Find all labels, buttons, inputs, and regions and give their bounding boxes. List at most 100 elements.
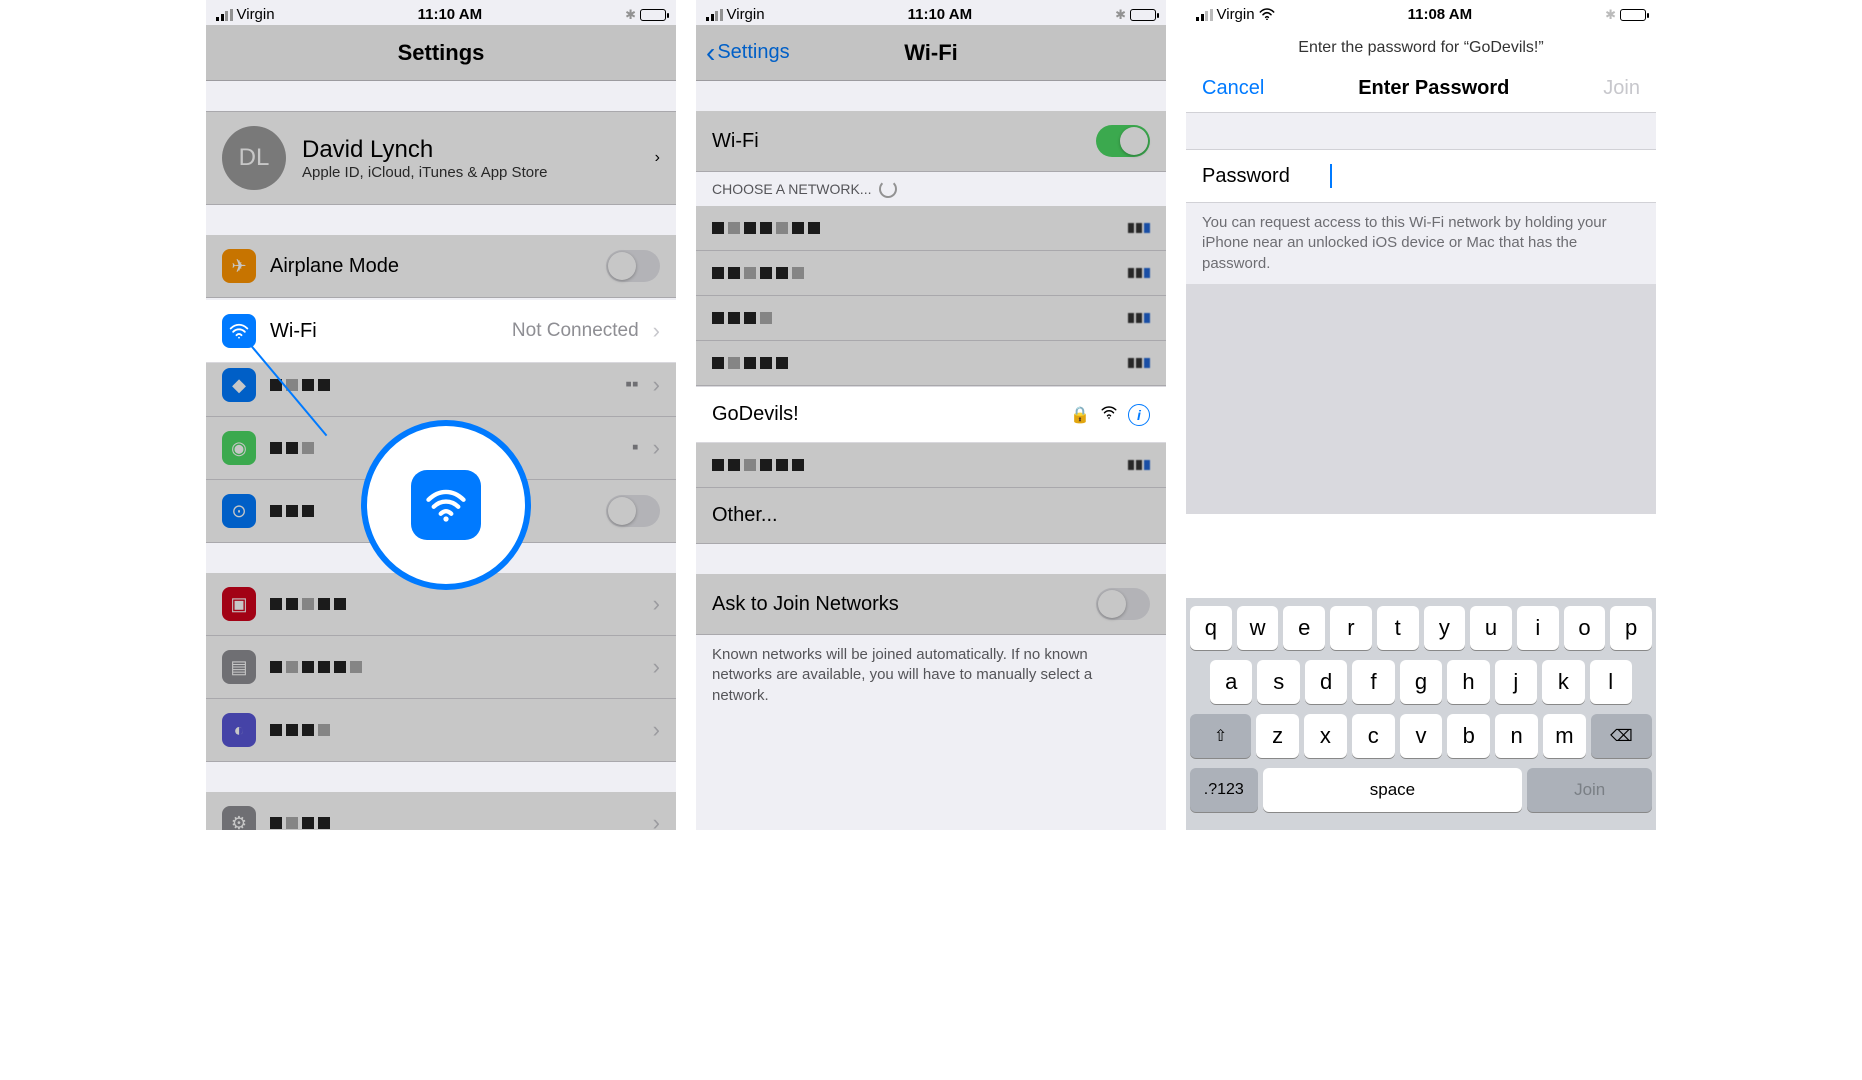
key-t[interactable]: t [1377, 606, 1419, 650]
network-row[interactable] [696, 443, 1166, 488]
key-b[interactable]: b [1447, 714, 1490, 758]
password-row[interactable]: Password [1186, 149, 1656, 203]
status-bar: Virgin 11:08 AM ✱ [1186, 0, 1656, 25]
key-h[interactable]: h [1447, 660, 1489, 704]
key-m[interactable]: m [1543, 714, 1586, 758]
network-row-godevils[interactable]: GoDevils! 🔒 i [696, 386, 1166, 443]
key-a[interactable]: a [1210, 660, 1252, 704]
wifi-label: Wi-Fi [270, 320, 498, 343]
nav-bar: ‹Settings Wi-Fi [696, 25, 1166, 81]
wifi-value: Not Connected [512, 320, 639, 342]
bluetooth-icon: ✱ [625, 7, 636, 23]
key-row-4: .?123 space Join [1190, 768, 1652, 812]
network-row[interactable] [696, 296, 1166, 341]
key-q[interactable]: q [1190, 606, 1232, 650]
chevron-right-icon: › [653, 318, 660, 344]
key-u[interactable]: u [1470, 606, 1512, 650]
ask-join-row[interactable]: Ask to Join Networks [696, 574, 1166, 635]
info-icon[interactable]: i [1128, 404, 1150, 426]
password-prompt: Enter the password for “GoDevils!” [1186, 25, 1656, 67]
key-w[interactable]: w [1237, 606, 1279, 650]
cancel-button[interactable]: Cancel [1202, 77, 1264, 100]
list-item[interactable]: ▤› [206, 636, 676, 699]
key-j[interactable]: j [1495, 660, 1537, 704]
numbers-key[interactable]: .?123 [1190, 768, 1258, 812]
profile-name: David Lynch [302, 136, 639, 164]
ask-join-footer: Known networks will be joined automatica… [696, 635, 1166, 716]
key-g[interactable]: g [1400, 660, 1442, 704]
network-row[interactable] [696, 341, 1166, 386]
key-p[interactable]: p [1610, 606, 1652, 650]
carrier-label: Virgin [727, 6, 765, 23]
key-i[interactable]: i [1517, 606, 1559, 650]
wifi-screen: Virgin 11:10 AM ✱ ‹Settings Wi-Fi Wi-Fi … [696, 0, 1166, 830]
general-icon: ⚙ [222, 806, 256, 830]
key-f[interactable]: f [1352, 660, 1394, 704]
wifi-row[interactable]: Wi-Fi Not Connected › [206, 300, 676, 363]
wifi-signal-icon [1100, 403, 1118, 426]
key-s[interactable]: s [1257, 660, 1299, 704]
key-row-3: ⇧ zxcvbnm ⌫ [1190, 714, 1652, 758]
status-bar: Virgin 11:10 AM ✱ [206, 0, 676, 25]
key-z[interactable]: z [1256, 714, 1299, 758]
key-n[interactable]: n [1495, 714, 1538, 758]
hotspot-icon: ⊙ [222, 494, 256, 528]
signal-icon [216, 9, 233, 21]
network-row[interactable] [696, 251, 1166, 296]
key-x[interactable]: x [1304, 714, 1347, 758]
settings-screen: Virgin 11:10 AM ✱ Settings DL David Lync… [206, 0, 676, 830]
nav-bar: Settings [206, 25, 676, 81]
notifications-icon: ▣ [222, 587, 256, 621]
clock: 11:10 AM [908, 6, 972, 23]
chevron-right-icon: › [655, 149, 660, 167]
password-label: Password [1202, 165, 1290, 188]
key-v[interactable]: v [1400, 714, 1443, 758]
wifi-toggle-row[interactable]: Wi-Fi [696, 111, 1166, 172]
bluetooth-settings-icon: ◆ [222, 368, 256, 402]
keyboard-join-key[interactable]: Join [1527, 768, 1652, 812]
key-k[interactable]: k [1542, 660, 1584, 704]
battery-icon [640, 9, 666, 21]
key-e[interactable]: e [1283, 606, 1325, 650]
back-button[interactable]: ‹Settings [706, 39, 790, 67]
ask-join-toggle[interactable] [1096, 588, 1150, 620]
cellular-icon: ◉ [222, 431, 256, 465]
battery-icon [1130, 9, 1156, 21]
page-title: Settings [398, 40, 485, 66]
key-l[interactable]: l [1590, 660, 1632, 704]
list-item[interactable]: ◐› [206, 699, 676, 762]
key-o[interactable]: o [1564, 606, 1606, 650]
status-bar: Virgin 11:10 AM ✱ [696, 0, 1166, 25]
profile-sub: Apple ID, iCloud, iTunes & App Store [302, 164, 639, 181]
shift-key[interactable]: ⇧ [1190, 714, 1251, 758]
wifi-icon [411, 470, 481, 540]
wifi-callout [361, 420, 531, 590]
key-d[interactable]: d [1305, 660, 1347, 704]
bluetooth-icon: ✱ [1115, 7, 1126, 23]
bluetooth-icon: ✱ [1605, 7, 1616, 23]
page-title: Wi-Fi [904, 40, 958, 66]
list-item[interactable]: ⚙› [206, 792, 676, 830]
carrier-label: Virgin [1217, 6, 1255, 23]
key-y[interactable]: y [1424, 606, 1466, 650]
join-button[interactable]: Join [1603, 77, 1640, 100]
lock-icon: 🔒 [1070, 405, 1090, 425]
choose-network-header: CHOOSE A NETWORK... [696, 172, 1166, 206]
key-c[interactable]: c [1352, 714, 1395, 758]
wifi-toggle[interactable] [1096, 125, 1150, 157]
spinner-icon [879, 180, 897, 198]
airplane-mode-row[interactable]: ✈ Airplane Mode [206, 235, 676, 298]
keyboard: qwertyuiop asdfghjkl ⇧ zxcvbnm ⌫ .?123 s… [1186, 598, 1656, 830]
network-name: GoDevils! [712, 403, 1060, 426]
airplane-toggle[interactable] [606, 250, 660, 282]
list-item[interactable]: ◆▪▪› [206, 354, 676, 417]
backspace-key[interactable]: ⌫ [1591, 714, 1652, 758]
space-key[interactable]: space [1263, 768, 1523, 812]
password-screen: Virgin 11:08 AM ✱ Enter the password for… [1186, 0, 1656, 830]
control-center-icon: ▤ [222, 650, 256, 684]
carrier-label: Virgin [237, 6, 275, 23]
network-other[interactable]: Other... [696, 488, 1166, 544]
network-row[interactable] [696, 206, 1166, 251]
key-r[interactable]: r [1330, 606, 1372, 650]
apple-id-row[interactable]: DL David Lynch Apple ID, iCloud, iTunes … [206, 111, 676, 205]
